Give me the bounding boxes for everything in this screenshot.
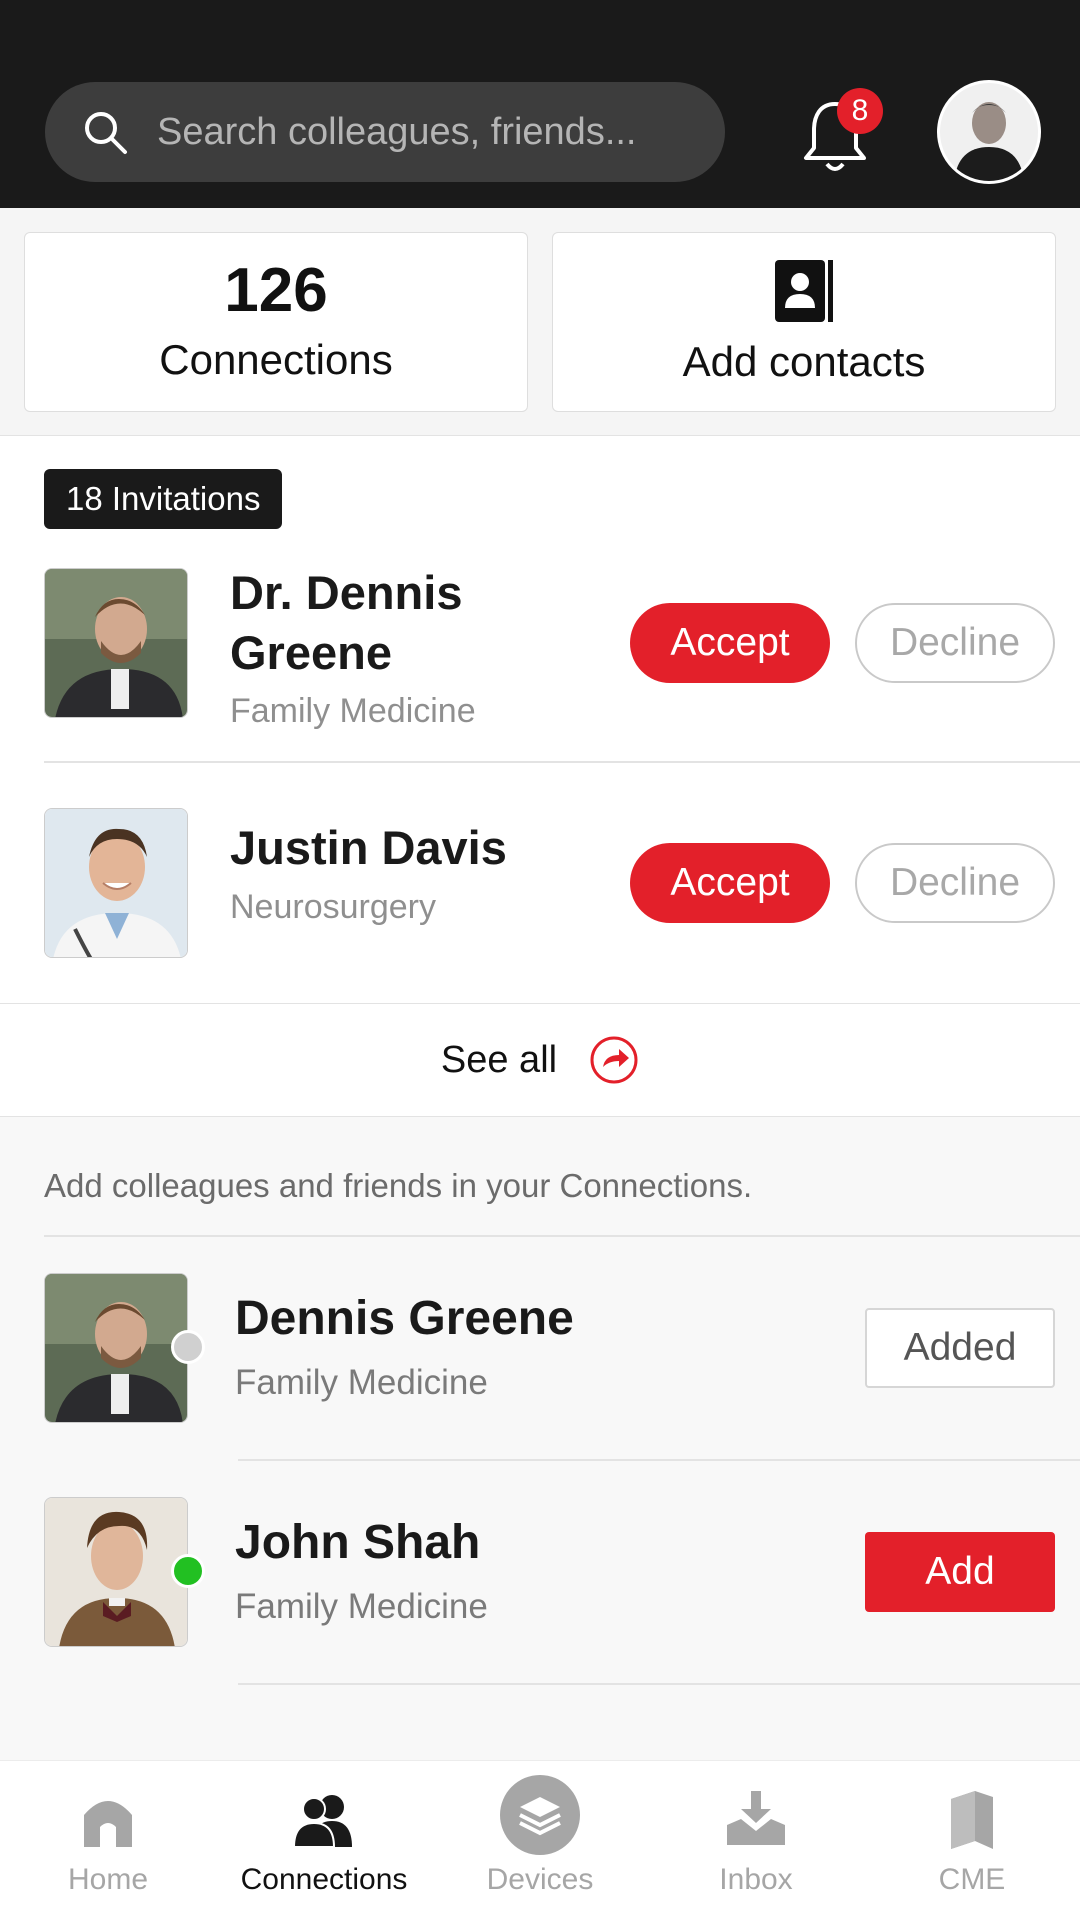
add-button[interactable]: Add bbox=[865, 1532, 1055, 1612]
suggestion-specialty: Family Medicine bbox=[235, 1363, 488, 1402]
suggestion-avatar bbox=[44, 1497, 188, 1647]
tab-connections[interactable]: Connections bbox=[216, 1761, 432, 1920]
inbox-icon bbox=[727, 1791, 785, 1845]
invitation-name[interactable]: Justin Davis bbox=[230, 818, 507, 878]
added-button[interactable]: Added bbox=[865, 1308, 1055, 1388]
stats-section: 126 Connections Add contacts bbox=[0, 208, 1080, 436]
row-divider bbox=[44, 761, 1080, 763]
tab-label: Home bbox=[67, 1863, 149, 1896]
home-icon bbox=[84, 1801, 132, 1847]
tab-label: CME bbox=[938, 1863, 1006, 1896]
bottom-tab-bar: Home Connections Devices Inbox CME bbox=[0, 1760, 1080, 1920]
decline-button[interactable]: Decline bbox=[855, 843, 1055, 923]
invitation-avatar bbox=[44, 568, 188, 718]
offline-status-dot bbox=[171, 1330, 205, 1364]
add-contacts-card[interactable]: Add contacts bbox=[552, 232, 1056, 412]
tab-home[interactable]: Home bbox=[0, 1761, 216, 1920]
invitation-specialty: Family Medicine bbox=[230, 692, 476, 730]
tab-label: Inbox bbox=[719, 1863, 793, 1896]
connections-icon bbox=[292, 1795, 352, 1848]
devices-icon bbox=[500, 1775, 580, 1855]
top-bar: 8 bbox=[0, 0, 1080, 208]
suggestion-name[interactable]: John Shah bbox=[235, 1515, 480, 1570]
connections-card[interactable]: 126 Connections bbox=[24, 232, 528, 412]
invitations-badge: 18 Invitations bbox=[44, 469, 283, 529]
tab-devices[interactable]: Devices bbox=[432, 1761, 648, 1920]
invitation-avatar bbox=[44, 808, 188, 958]
tab-label: Devices bbox=[486, 1863, 594, 1896]
connections-label: Connections bbox=[159, 336, 393, 383]
row-divider bbox=[238, 1683, 1080, 1685]
notification-badge: 8 bbox=[837, 88, 883, 134]
suggestion-avatar bbox=[44, 1273, 188, 1423]
suggestion-name[interactable]: Dennis Greene bbox=[235, 1291, 574, 1346]
tab-label: Connections bbox=[240, 1863, 408, 1896]
book-icon bbox=[951, 1791, 993, 1849]
avatar-photo bbox=[940, 83, 1038, 181]
tab-cme[interactable]: CME bbox=[864, 1761, 1080, 1920]
search-icon bbox=[85, 112, 127, 154]
accept-button[interactable]: Accept bbox=[630, 603, 830, 683]
invitation-name[interactable]: Greene bbox=[230, 623, 392, 683]
share-arrow-icon bbox=[590, 1036, 638, 1084]
invitation-specialty: Neurosurgery bbox=[230, 888, 436, 926]
see-all-link[interactable]: See all bbox=[0, 1003, 1080, 1117]
suggestions-prompt: Add colleagues and friends in your Conne… bbox=[44, 1167, 753, 1204]
see-all-label: See all bbox=[440, 1038, 558, 1081]
search-bar[interactable] bbox=[45, 82, 725, 182]
add-contacts-label: Add contacts bbox=[682, 338, 926, 385]
section-divider bbox=[44, 1235, 1080, 1237]
suggestions-section: Add colleagues and friends in your Conne… bbox=[0, 1117, 1080, 1760]
search-input[interactable] bbox=[157, 110, 677, 154]
address-book-icon bbox=[775, 260, 833, 322]
connections-count: 126 bbox=[224, 256, 328, 325]
invitation-name[interactable]: Dr. Dennis bbox=[230, 563, 462, 623]
decline-button[interactable]: Decline bbox=[855, 603, 1055, 683]
online-status-dot bbox=[171, 1554, 205, 1588]
tab-inbox[interactable]: Inbox bbox=[648, 1761, 864, 1920]
profile-avatar[interactable] bbox=[937, 80, 1041, 184]
suggestion-specialty: Family Medicine bbox=[235, 1587, 488, 1626]
row-divider bbox=[238, 1459, 1080, 1461]
accept-button[interactable]: Accept bbox=[630, 843, 830, 923]
